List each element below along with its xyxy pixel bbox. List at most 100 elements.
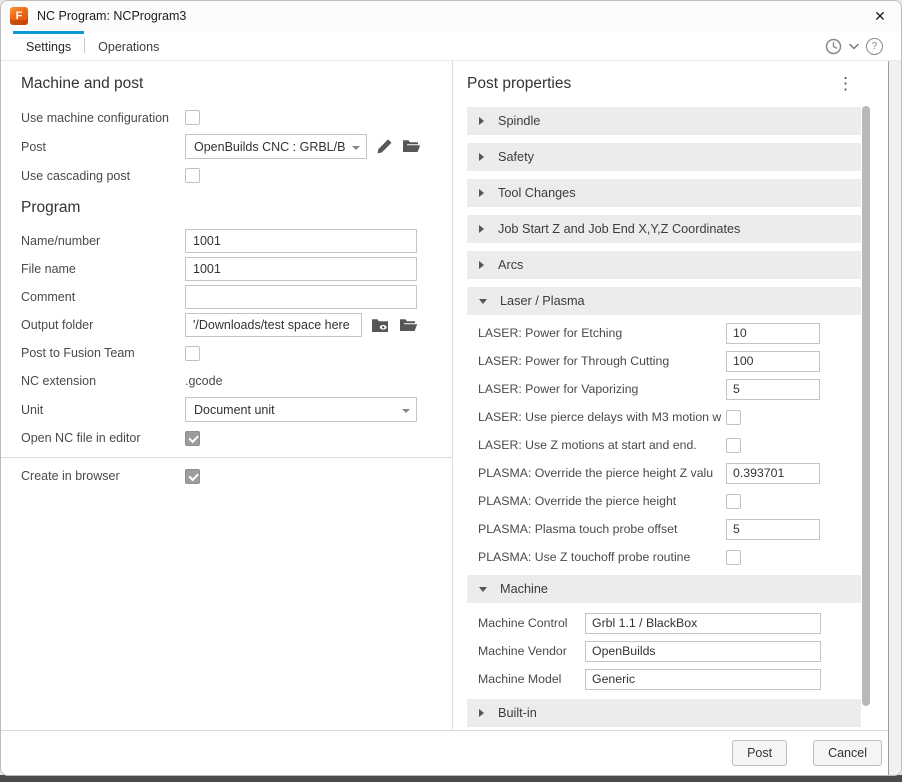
section-label: Laser / Plasma (500, 294, 585, 308)
section-tool-changes[interactable]: Tool Changes (467, 179, 861, 207)
window-title: NC Program: NCProgram3 (37, 9, 186, 23)
property-label: PLASMA: Override the pierce height Z val… (478, 466, 726, 480)
post-to-fusion-team-label: Post to Fusion Team (21, 346, 185, 360)
clock-icon[interactable] (825, 38, 842, 55)
post-to-fusion-team-row: Post to Fusion Team (21, 339, 417, 367)
settings-panel: Machine and post Use machine configurati… (1, 61, 452, 730)
property-label: PLASMA: Plasma touch probe offset (478, 522, 726, 536)
expand-right-icon (479, 189, 484, 197)
laser-power-vaporizing-input[interactable] (726, 379, 820, 400)
create-in-browser-label: Create in browser (21, 469, 185, 483)
property-label: Machine Vendor (478, 644, 585, 658)
kebab-menu-icon[interactable]: ⋮ (837, 73, 854, 95)
section-laser-plasma[interactable]: Laser / Plasma (467, 287, 861, 315)
left-panel-divider (1, 457, 452, 458)
laser-pierce-delays-checkbox[interactable] (726, 410, 741, 425)
plasma-override-pierce-height-checkbox[interactable] (726, 494, 741, 509)
section-arcs[interactable]: Arcs (467, 251, 861, 279)
plasma-touch-probe-offset-row: PLASMA: Plasma touch probe offset (467, 515, 861, 543)
help-icon[interactable]: ? (866, 38, 883, 55)
section-label: Machine (500, 582, 548, 596)
post-properties-panel: Post properties ⋮ Spindle Safety Tool Ch… (453, 61, 901, 730)
plasma-touch-probe-offset-input[interactable] (726, 519, 820, 540)
expand-right-icon (479, 117, 484, 125)
output-folder-row: Output folder (21, 311, 417, 339)
output-folder-input[interactable] (185, 313, 362, 337)
window-drop-shadow (0, 775, 902, 782)
view-output-folder-icon[interactable] (371, 318, 390, 333)
property-label: LASER: Power for Etching (478, 326, 726, 340)
collapse-down-icon (479, 299, 487, 304)
laser-power-through-cutting-input[interactable] (726, 351, 820, 372)
tab-settings[interactable]: Settings (13, 31, 84, 60)
post-dropdown[interactable]: OpenBuilds CNC : GRBL/Bla (185, 134, 367, 159)
create-in-browser-checkbox[interactable] (185, 469, 200, 484)
property-label: Machine Model (478, 672, 585, 686)
section-safety[interactable]: Safety (467, 143, 861, 171)
use-machine-configuration-label: Use machine configuration (21, 111, 185, 125)
machine-model-row: Machine Model (467, 665, 861, 693)
machine-model-input[interactable] (585, 669, 821, 690)
tab-operations[interactable]: Operations (85, 31, 172, 60)
plasma-override-pierce-height-row: PLASMA: Override the pierce height (467, 487, 861, 515)
use-machine-configuration-row: Use machine configuration (21, 103, 417, 132)
expand-right-icon (479, 709, 484, 717)
close-icon[interactable]: ✕ (865, 2, 895, 30)
property-label: LASER: Power for Through Cutting (478, 354, 726, 368)
browse-output-folder-icon[interactable] (399, 318, 418, 333)
comment-row: Comment (21, 283, 417, 311)
cancel-button[interactable]: Cancel (813, 740, 882, 766)
title-bar: F NC Program: NCProgram3 ✕ (1, 1, 901, 31)
open-nc-file-row: Open NC file in editor (21, 424, 417, 452)
unit-dropdown[interactable]: Document unit (185, 397, 417, 422)
unit-row: Unit Document unit (21, 395, 417, 424)
panel-edge (888, 61, 901, 775)
name-number-input[interactable] (185, 229, 417, 253)
nc-extension-row: NC extension .gcode (21, 367, 417, 395)
laser-z-motions-checkbox[interactable] (726, 438, 741, 453)
section-label: Built-in (498, 706, 537, 720)
laser-power-etching-input[interactable] (726, 323, 820, 344)
post-label: Post (21, 140, 185, 154)
file-name-input[interactable] (185, 257, 417, 281)
plasma-pierce-height-z-input[interactable] (726, 463, 820, 484)
plasma-z-touchoff-checkbox[interactable] (726, 550, 741, 565)
section-label: Safety (498, 150, 534, 164)
laser-power-vaporizing-row: LASER: Power for Vaporizing (467, 375, 861, 403)
file-name-label: File name (21, 262, 185, 276)
property-label: PLASMA: Use Z touchoff probe routine (478, 550, 726, 564)
name-number-row: Name/number (21, 227, 417, 255)
open-post-folder-icon[interactable] (402, 139, 421, 154)
expand-right-icon (479, 261, 484, 269)
post-button[interactable]: Post (732, 740, 787, 766)
chevron-down-icon[interactable] (849, 37, 859, 55)
section-machine[interactable]: Machine (467, 575, 861, 603)
machine-vendor-input[interactable] (585, 641, 821, 662)
section-built-in[interactable]: Built-in (467, 699, 861, 727)
open-nc-file-checkbox[interactable] (185, 431, 200, 446)
tab-bar: Settings Operations ? (1, 31, 901, 61)
expand-right-icon (479, 153, 484, 161)
section-spindle[interactable]: Spindle (467, 107, 861, 135)
comment-input[interactable] (185, 285, 417, 309)
comment-label: Comment (21, 290, 185, 304)
plasma-z-touchoff-row: PLASMA: Use Z touchoff probe routine (467, 543, 861, 571)
use-cascading-post-checkbox[interactable] (185, 168, 200, 183)
machine-control-input[interactable] (585, 613, 821, 634)
edit-post-icon[interactable] (376, 138, 393, 155)
machine-and-post-heading: Machine and post (21, 75, 417, 93)
unit-label: Unit (21, 403, 185, 417)
property-label: Machine Control (478, 616, 585, 630)
nc-extension-label: NC extension (21, 374, 185, 388)
section-label: Tool Changes (498, 186, 576, 200)
property-label: LASER: Use Z motions at start and end. (478, 438, 726, 452)
plasma-pierce-height-z-row: PLASMA: Override the pierce height Z val… (467, 459, 861, 487)
nc-extension-value: .gcode (185, 374, 223, 388)
laser-power-etching-row: LASER: Power for Etching (467, 319, 861, 347)
scrollbar-thumb[interactable] (862, 106, 870, 706)
use-machine-configuration-checkbox[interactable] (185, 110, 200, 125)
post-to-fusion-team-checkbox[interactable] (185, 346, 200, 361)
section-job-start-end[interactable]: Job Start Z and Job End X,Y,Z Coordinate… (467, 215, 861, 243)
create-in-browser-row: Create in browser (21, 462, 417, 490)
property-label: LASER: Power for Vaporizing (478, 382, 726, 396)
